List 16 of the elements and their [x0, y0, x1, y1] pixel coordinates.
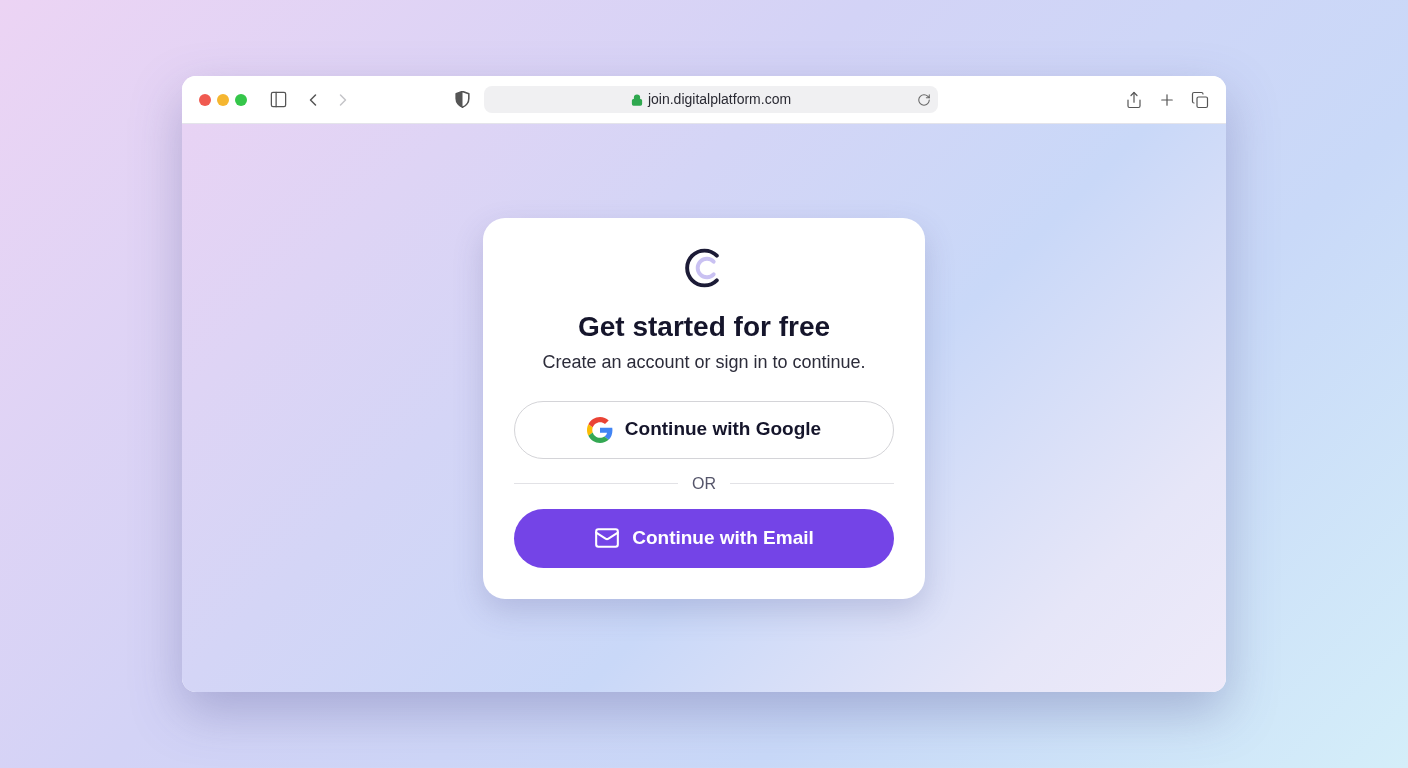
tabs-overview-icon[interactable]: [1191, 90, 1209, 109]
envelope-icon: [594, 525, 621, 551]
google-g-icon: [586, 416, 613, 443]
share-icon[interactable]: [1125, 90, 1143, 109]
close-window-button[interactable]: [199, 93, 211, 106]
url-text: join.digitalplatform.com: [647, 90, 792, 109]
maximize-window-button[interactable]: [235, 93, 247, 106]
card-subtitle: Create an account or sign in to continue.: [542, 350, 866, 374]
google-sign-in-button[interactable]: Continue with Google: [514, 400, 894, 459]
sidebar-icon[interactable]: [269, 90, 288, 109]
reload-icon[interactable]: [917, 92, 931, 107]
address-bar[interactable]: join.digitalplatform.com: [484, 86, 938, 113]
shield-icon[interactable]: [455, 91, 470, 108]
divider-label: OR: [692, 473, 716, 494]
card-title: Get started for free: [577, 309, 831, 344]
email-sign-in-button[interactable]: Continue with Email: [514, 508, 894, 568]
